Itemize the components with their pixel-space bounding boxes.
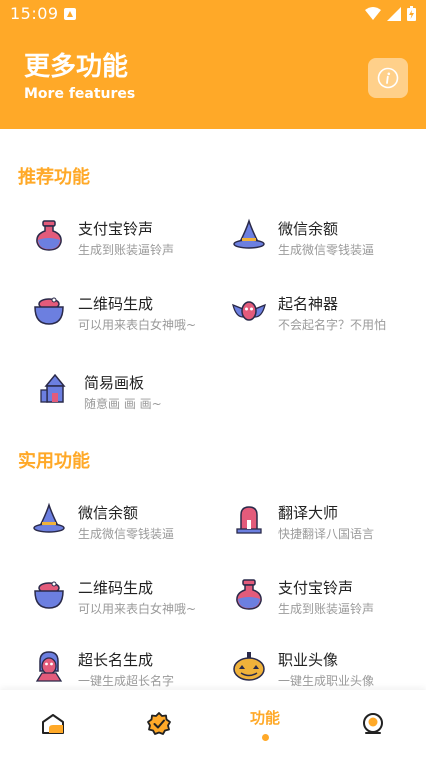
feature-item-drawing-board[interactable]: 简易画板 随意画 画 画~ [38,366,228,412]
tombstone-icon [236,506,262,534]
badge-check-icon [147,711,171,735]
section-title-practical: 实用功能 [18,451,90,472]
profile-icon [363,712,383,734]
header: 更多功能 More features [0,28,426,129]
feature-desc: 生成到账装逼铃声 [278,602,375,616]
bottom-nav: 功能 [0,690,426,757]
feature-label: 二维码生成 [78,579,154,597]
feature-item-career-avatar[interactable]: 职业头像 一键生成职业头像 [232,643,422,689]
feature-item-qrcode-2[interactable]: 二维码生成 可以用来表白女神哦~ [32,571,222,617]
feature-label: 支付宝铃声 [78,220,154,238]
feature-label: 起名神器 [278,295,339,313]
active-indicator-dot [261,733,269,741]
nav-tasks[interactable] [106,690,212,757]
cauldron-icon [34,297,64,325]
page-title: 更多功能 [24,52,129,82]
notification-icon [64,8,76,20]
haunted-house-icon [40,373,66,403]
battery-icon [407,6,416,21]
feature-desc: 不会起名字？不用怕 [278,318,387,332]
feature-label: 微信余额 [78,504,139,522]
feature-desc: 可以用来表白女神哦~ [78,602,197,616]
feature-desc: 生成到账装逼铃声 [78,243,175,257]
nav-home[interactable] [0,690,106,757]
potion-icon [36,220,62,251]
home-icon [42,713,64,734]
feature-label: 超长名生成 [78,651,154,669]
witch-hat-icon [33,502,65,533]
feature-label: 翻译大师 [278,504,339,522]
wifi-icon [365,6,381,20]
witch-hat-icon [233,218,265,249]
feature-desc: 一键生成超长名字 [78,674,175,688]
feature-desc: 生成微信零钱装逼 [278,243,375,257]
nav-features[interactable]: 功能 [212,690,318,757]
info-icon [377,67,399,89]
potion-icon [236,579,262,610]
feature-item-translator[interactable]: 翻译大师 快捷翻译八国语言 [232,496,422,542]
nav-features-label: 功能 [249,708,280,727]
feature-item-name-generator[interactable]: 起名神器 不会起名字？不用怕 [232,287,422,333]
feature-label: 微信余额 [278,220,339,238]
feature-item-wechat-balance[interactable]: 微信余额 生成微信零钱装逼 [232,212,422,258]
status-bar: 15:09 [0,0,426,28]
feature-desc: 一键生成职业头像 [278,674,375,688]
bat-icon [232,301,266,321]
feature-item-wechat-balance-2[interactable]: 微信余额 生成微信零钱装逼 [32,496,222,542]
nav-profile[interactable] [320,690,426,757]
feature-item-alipay-ringtone[interactable]: 支付宝铃声 生成到账装逼铃声 [32,212,222,258]
page-subtitle: More features [24,86,136,102]
feature-item-long-name[interactable]: 超长名生成 一键生成超长名字 [32,643,222,689]
feature-item-qrcode[interactable]: 二维码生成 可以用来表白女神哦~ [32,287,222,333]
feature-label: 二维码生成 [78,295,154,313]
feature-desc: 快捷翻译八国语言 [278,527,375,541]
feature-label: 简易画板 [84,374,145,392]
feature-desc: 随意画 画 画~ [84,397,162,411]
info-button[interactable] [368,58,408,98]
status-time: 15:09 [10,4,59,23]
feature-desc: 可以用来表白女神哦~ [78,318,197,332]
feature-label: 支付宝铃声 [278,579,354,597]
section-title-recommended: 推荐功能 [18,167,90,188]
feature-label: 职业头像 [278,651,339,669]
status-icons [365,6,416,21]
feature-desc: 生成微信零钱装逼 [78,527,175,541]
feature-item-alipay-ringtone-2[interactable]: 支付宝铃声 生成到账装逼铃声 [232,571,422,617]
signal-icon [387,6,401,21]
vampire-icon [35,651,63,682]
pumpkin-icon [233,652,265,681]
cauldron-icon [34,581,64,609]
